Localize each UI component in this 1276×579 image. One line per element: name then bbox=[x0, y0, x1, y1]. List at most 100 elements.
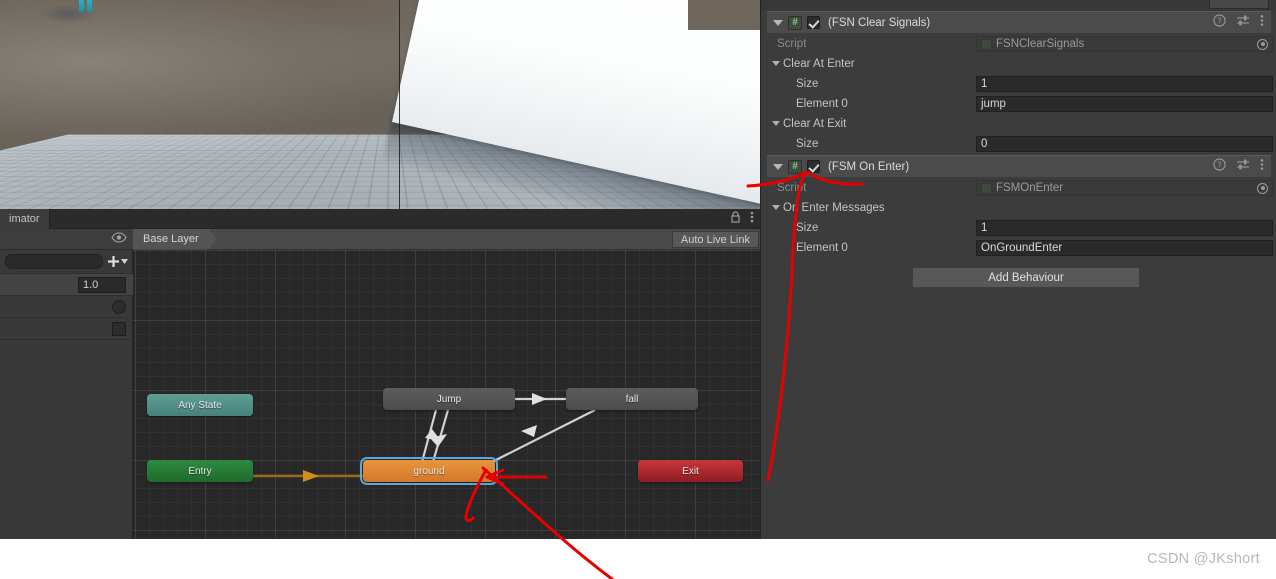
script-field-label: Script bbox=[777, 182, 806, 194]
help-icon[interactable]: ? bbox=[1213, 158, 1226, 176]
state-node-exit[interactable]: Exit bbox=[638, 460, 743, 482]
add-behaviour-button[interactable]: Add Behaviour bbox=[912, 267, 1140, 288]
foldout-triangle-icon[interactable] bbox=[772, 61, 780, 66]
array-label: Clear At Enter bbox=[783, 58, 855, 70]
parameter-bool-checkbox[interactable] bbox=[112, 322, 126, 336]
cobblestone-ground bbox=[0, 135, 760, 209]
parameter-trigger-radio[interactable] bbox=[112, 300, 126, 314]
add-parameter-button[interactable] bbox=[107, 255, 128, 268]
state-node-ground[interactable]: ground bbox=[363, 460, 495, 482]
state-node-label: Any State bbox=[178, 400, 221, 411]
foldout-triangle-icon[interactable] bbox=[773, 164, 783, 170]
help-icon[interactable]: ? bbox=[1213, 14, 1226, 32]
breadcrumb-base-layer[interactable]: Base Layer bbox=[133, 229, 217, 250]
auto-live-link-button[interactable]: Auto Live Link bbox=[672, 231, 759, 248]
parameters-toolbar bbox=[0, 250, 133, 274]
svg-text:?: ? bbox=[1217, 161, 1222, 170]
inspector-top-strip bbox=[761, 0, 1276, 11]
size-label: Size bbox=[796, 222, 818, 234]
script-object-field[interactable]: FSMOnEnter bbox=[976, 180, 1273, 196]
animator-parameters-panel: 1.0 bbox=[0, 229, 133, 539]
foldout-triangle-icon[interactable] bbox=[773, 20, 783, 26]
size-label: Size bbox=[796, 78, 818, 90]
script-field-label: Script bbox=[777, 38, 806, 50]
state-node-label: fall bbox=[626, 394, 639, 405]
component-enabled-checkbox[interactable] bbox=[807, 160, 820, 173]
foldout-triangle-icon[interactable] bbox=[772, 121, 780, 126]
lock-icon[interactable] bbox=[730, 210, 741, 228]
state-node-label: Entry bbox=[188, 466, 211, 477]
size-value: 1 bbox=[981, 222, 987, 234]
kebab-menu-icon[interactable] bbox=[1260, 158, 1264, 176]
foldout-triangle-icon[interactable] bbox=[772, 205, 780, 210]
array-header-on-enter-messages[interactable]: On Enter Messages bbox=[761, 198, 1276, 218]
state-node-entry[interactable]: Entry bbox=[147, 460, 253, 482]
watermark-label: CSDN @JKshort bbox=[1147, 551, 1260, 567]
component-header-actions: ? bbox=[1213, 12, 1264, 34]
character-leg-right bbox=[87, 0, 92, 12]
animator-body: 1.0 Base Layer Auto Live Link bbox=[0, 229, 760, 539]
breadcrumb-label: Base Layer bbox=[143, 233, 199, 245]
array-size-input-clear-at-exit[interactable]: 0 bbox=[976, 136, 1273, 152]
chevron-down-icon bbox=[121, 259, 128, 264]
state-node-fall[interactable]: fall bbox=[566, 388, 698, 410]
preset-settings-icon[interactable] bbox=[1236, 14, 1250, 32]
array-header-clear-at-exit[interactable]: Clear At Exit bbox=[761, 114, 1276, 134]
element-label: Element 0 bbox=[796, 98, 848, 110]
component-header-actions: ? bbox=[1213, 156, 1264, 178]
object-picker-icon[interactable] bbox=[1257, 183, 1268, 194]
preset-settings-icon[interactable] bbox=[1236, 158, 1250, 176]
eye-icon[interactable] bbox=[111, 230, 127, 248]
script-icon: # bbox=[788, 160, 802, 174]
script-field-value: FSNClearSignals bbox=[996, 38, 1084, 50]
character-leg-left bbox=[79, 0, 84, 12]
size-value: 1 bbox=[981, 78, 987, 90]
script-asset-icon bbox=[981, 183, 992, 194]
add-behaviour-label: Add Behaviour bbox=[988, 272, 1063, 284]
kebab-menu-icon[interactable] bbox=[750, 210, 754, 229]
component-title: (FSM On Enter) bbox=[828, 161, 909, 173]
parameter-row-float[interactable]: 1.0 bbox=[0, 274, 133, 296]
parameters-header bbox=[0, 229, 133, 250]
component-header-fsm-on-enter[interactable]: # (FSM On Enter) ? bbox=[767, 155, 1271, 177]
component-title: (FSN Clear Signals) bbox=[828, 17, 930, 29]
state-node-label: Exit bbox=[682, 466, 699, 477]
bottom-white-strip: CSDN @JKshort bbox=[0, 539, 1276, 579]
view-divider bbox=[399, 0, 400, 209]
array-size-input-clear-at-enter[interactable]: 1 bbox=[976, 76, 1273, 92]
component-enabled-checkbox[interactable] bbox=[807, 16, 820, 29]
kebab-menu-icon[interactable] bbox=[1260, 14, 1264, 32]
size-value: 0 bbox=[981, 138, 987, 150]
inspector-panel: # (FSN Clear Signals) ? Script FSNClearS… bbox=[760, 0, 1276, 539]
array-size-input-on-enter-messages[interactable]: 1 bbox=[976, 220, 1273, 236]
auto-live-link-label: Auto Live Link bbox=[681, 234, 750, 246]
svg-text:?: ? bbox=[1217, 17, 1222, 26]
array-element-input-on-enter-messages-0[interactable]: OnGroundEnter bbox=[976, 240, 1273, 256]
array-element-input-clear-at-enter-0[interactable]: jump bbox=[976, 96, 1273, 112]
array-label: Clear At Exit bbox=[783, 118, 846, 130]
tabbar-actions bbox=[730, 209, 754, 229]
script-asset-icon bbox=[981, 39, 992, 50]
element-label: Element 0 bbox=[796, 242, 848, 254]
parameter-float-value[interactable]: 1.0 bbox=[78, 277, 126, 293]
game-view[interactable] bbox=[0, 0, 760, 209]
script-object-field[interactable]: FSNClearSignals bbox=[976, 36, 1273, 52]
array-header-clear-at-enter[interactable]: Clear At Enter bbox=[761, 54, 1276, 74]
object-picker-icon[interactable] bbox=[1257, 39, 1268, 50]
state-node-label: Jump bbox=[437, 394, 461, 405]
scene-backdrop-corner bbox=[688, 0, 760, 30]
tab-animator[interactable]: imator bbox=[0, 209, 50, 229]
element-value: jump bbox=[981, 98, 1006, 110]
parameters-search-input[interactable] bbox=[5, 254, 103, 269]
size-label: Size bbox=[796, 138, 818, 150]
inspector-partial-button[interactable] bbox=[1209, 0, 1269, 9]
script-field-value: FSMOnEnter bbox=[996, 182, 1063, 194]
layer-breadcrumb-bar: Base Layer Auto Live Link bbox=[133, 229, 760, 250]
state-node-jump[interactable]: Jump bbox=[383, 388, 515, 410]
component-header-fsn-clear-signals[interactable]: # (FSN Clear Signals) ? bbox=[767, 11, 1271, 33]
animator-tabbar: imator bbox=[0, 209, 760, 229]
parameter-row-bool[interactable] bbox=[0, 318, 133, 340]
parameter-row-trigger[interactable] bbox=[0, 296, 133, 318]
animator-graph-area[interactable]: Base Layer Auto Live Link bbox=[133, 229, 760, 539]
state-node-any-state[interactable]: Any State bbox=[147, 394, 253, 416]
